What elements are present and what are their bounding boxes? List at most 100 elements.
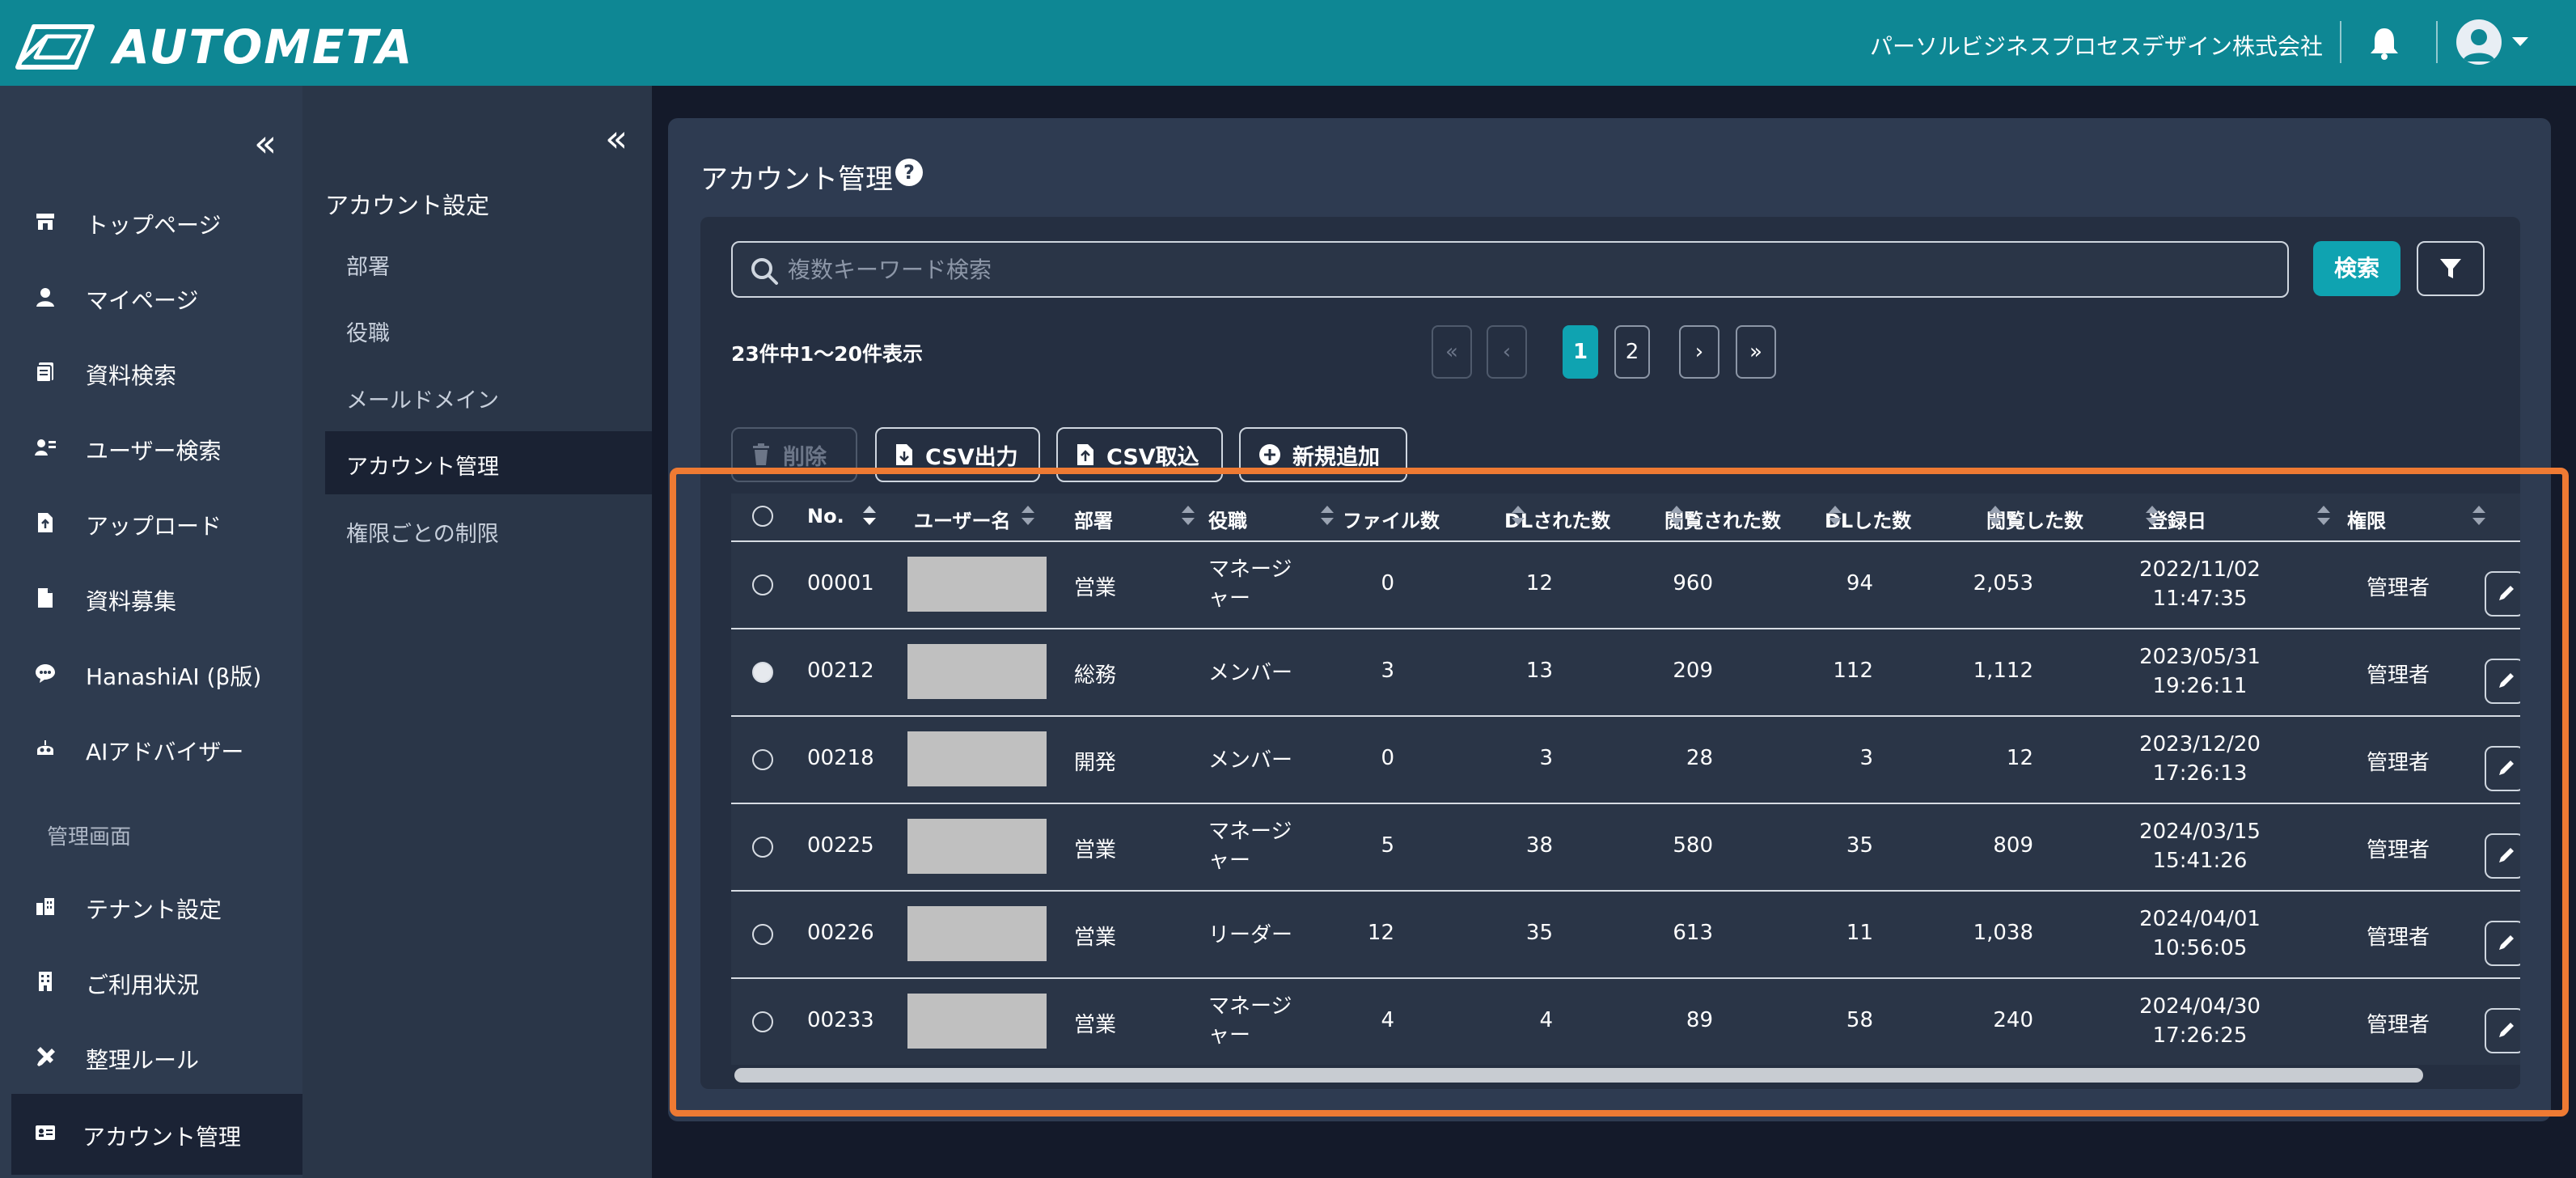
table-row[interactable]: 00226 営業 12 35 613 11 1,038 管理者 リーダー 2024/04/01 10… — [731, 890, 2520, 977]
help-icon[interactable]: ? — [895, 159, 923, 186]
sidebar-item-ai-advisor[interactable]: AIアドバイザー — [0, 724, 302, 773]
csv-import-button[interactable]: CSV取込 — [1056, 427, 1223, 482]
pagination-prev-button[interactable]: ‹ — [1487, 325, 1527, 379]
row-checkbox[interactable] — [752, 924, 773, 945]
user-search-icon — [35, 439, 56, 456]
sidebar-collapse-button[interactable]: « — [254, 125, 277, 162]
row-checkbox[interactable] — [752, 837, 773, 858]
pagination-first-button[interactable]: « — [1432, 325, 1472, 379]
sort-icon[interactable] — [1318, 503, 1336, 531]
sort-icon[interactable] — [1019, 503, 1037, 531]
cell-position-line: マネージ — [1208, 557, 1292, 582]
user-avatar-icon[interactable] — [2456, 19, 2502, 65]
cell-authority: 管理者 — [2367, 838, 2430, 862]
column-header-file-count[interactable]: ファイル数 — [1343, 505, 1440, 533]
sidebar-item-tenant-settings[interactable]: テナント設定 — [0, 882, 302, 930]
cell-date: 2023/05/31 — [2139, 645, 2261, 669]
cell-view-count: 1,112 — [1973, 659, 2033, 683]
row-checkbox[interactable] — [752, 662, 773, 683]
sidebar-item-organize-rules[interactable]: 整理ルール — [0, 1032, 302, 1081]
settings-item-account-management[interactable]: アカウント管理 — [325, 431, 652, 494]
row-checkbox[interactable] — [752, 1011, 773, 1032]
trash-icon — [751, 443, 772, 466]
table-row[interactable]: 00212 総務 3 13 209 112 1,112 管理者 メンバー 2023/05/31 19… — [731, 628, 2520, 715]
pagination-last-button[interactable]: » — [1736, 325, 1776, 379]
table-row[interactable]: 00218 開発 0 3 28 3 12 管理者 メンバー 2023/12/20 17:26:13 — [731, 715, 2520, 803]
scrollbar-thumb[interactable] — [734, 1068, 2423, 1083]
cell-date: 2024/04/30 — [2139, 994, 2261, 1019]
sort-icon[interactable] — [1986, 503, 2004, 531]
table-row[interactable]: 00225 営業 5 38 580 35 809 管理者 マネージ ャー 2024/03/15 15:… — [731, 803, 2520, 890]
cell-downloaded-count: 35 — [1525, 921, 1553, 945]
sort-icon[interactable] — [861, 503, 878, 531]
bell-icon[interactable] — [2368, 26, 2400, 63]
row-checkbox[interactable] — [752, 749, 773, 770]
delete-button[interactable]: 削除 — [731, 427, 857, 482]
cell-registered-date: 2024/03/15 15:41:26 — [2119, 817, 2281, 875]
row-checkbox[interactable] — [752, 574, 773, 595]
brand[interactable]: AUTOMETA — [15, 19, 414, 74]
file-icon — [38, 588, 53, 608]
edit-button[interactable] — [2485, 833, 2520, 879]
sidebar-item-usage-status[interactable]: ご利用状況 — [0, 957, 302, 1006]
sidebar-item-my-page[interactable]: マイページ — [0, 273, 302, 321]
search-input[interactable] — [788, 252, 2260, 286]
username-redacted — [907, 906, 1047, 961]
search-button[interactable]: 検索 — [2313, 241, 2400, 296]
column-header-no[interactable]: No. — [807, 505, 844, 528]
settings-item-department[interactable]: 部署 — [325, 231, 652, 294]
sort-icon[interactable] — [2143, 503, 2161, 531]
sort-icon[interactable] — [1509, 503, 1527, 531]
top-bar: AUTOMETA パーソルビジネスプロセスデザイン株式会社 — [0, 0, 2576, 86]
sidebar-item-document-recruit[interactable]: 資料募集 — [0, 574, 302, 622]
edit-button[interactable] — [2485, 571, 2520, 617]
sidebar-item-document-search[interactable]: 資料検索 — [0, 348, 302, 396]
caret-down-icon[interactable] — [2510, 31, 2531, 55]
pagination-page-1[interactable]: 1 — [1563, 325, 1598, 379]
cell-downloaded-count: 4 — [1539, 1008, 1553, 1032]
search-field[interactable] — [731, 241, 2289, 298]
pagination-next-button[interactable]: › — [1679, 325, 1719, 379]
sidebar-item-upload[interactable]: アップロード — [0, 498, 302, 547]
settings-item-permission-limits[interactable]: 権限ごとの制限 — [325, 498, 652, 561]
table-row[interactable]: 00233 営業 4 4 89 58 240 管理者 マネージ ャー 2024/04/30 17:26… — [731, 977, 2520, 1065]
edit-button[interactable] — [2485, 1008, 2520, 1053]
cell-viewed-count: 89 — [1686, 1008, 1713, 1032]
sort-icon[interactable] — [2315, 503, 2333, 531]
cell-position-line: ャー — [1208, 1023, 1251, 1048]
csv-export-button[interactable]: CSV出力 — [875, 427, 1040, 482]
brand-name: AUTOMETA — [113, 19, 414, 74]
office-icon — [39, 972, 52, 991]
settings-item-mail-domain[interactable]: メールドメイン — [325, 365, 652, 428]
edit-button[interactable] — [2485, 659, 2520, 704]
sort-icon[interactable] — [2470, 503, 2488, 531]
csv-export-label: CSV出力 — [925, 444, 1018, 470]
edit-button[interactable] — [2485, 746, 2520, 791]
autometa-logo-icon — [15, 24, 95, 70]
add-new-button[interactable]: 新規追加 — [1239, 427, 1407, 482]
column-header-department[interactable]: 部署 — [1074, 505, 1113, 533]
cell-viewed-count: 613 — [1673, 921, 1713, 945]
cell-position-line: マネージ — [1208, 820, 1292, 844]
settings-item-position[interactable]: 役職 — [325, 298, 652, 361]
column-header-authority[interactable]: 権限 — [2347, 505, 2386, 533]
edit-button[interactable] — [2485, 921, 2520, 966]
sidebar-item-user-search[interactable]: ユーザー検索 — [0, 423, 302, 472]
column-header-username[interactable]: ユーザー名 — [914, 505, 1011, 533]
sidebar-item-hanashiai[interactable]: HanashiAI (β版) — [0, 649, 302, 697]
cell-position: マネージ ャー — [1208, 992, 1292, 1050]
sidebar-item-account-management[interactable]: アカウント管理 — [11, 1094, 302, 1175]
edit-icon — [2499, 848, 2514, 862]
select-all-checkbox[interactable] — [752, 506, 773, 527]
sort-icon[interactable] — [1668, 503, 1686, 531]
sort-icon[interactable] — [1179, 503, 1197, 531]
horizontal-scrollbar[interactable] — [731, 1066, 2520, 1084]
pagination-page-2[interactable]: 2 — [1614, 325, 1650, 379]
sidebar-item-top-page[interactable]: トップページ — [0, 197, 302, 246]
sort-icon[interactable] — [1826, 503, 1844, 531]
settings-sidebar-collapse-button[interactable]: « — [605, 120, 628, 157]
table-row[interactable]: 00001 営業 0 12 960 94 2,053 管理者 マネージ ャー 2022/11/02 1… — [731, 540, 2520, 628]
filter-button[interactable] — [2417, 241, 2485, 296]
cell-time: 15:41:26 — [2152, 849, 2248, 873]
column-header-position[interactable]: 役職 — [1208, 505, 1247, 533]
